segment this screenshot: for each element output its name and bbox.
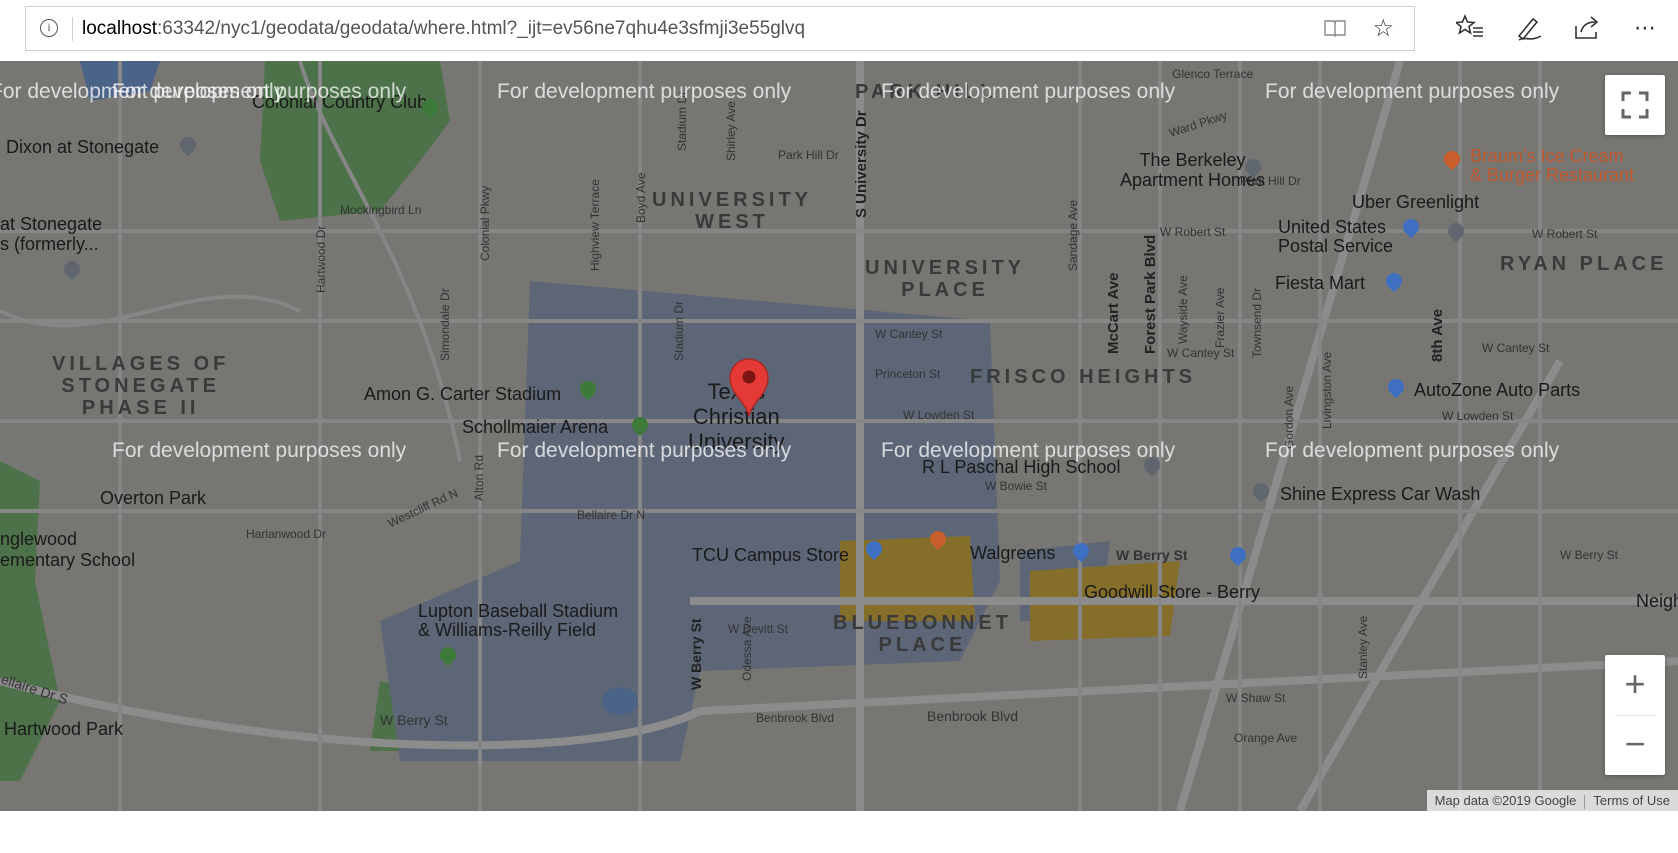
street-stadium-dr: Stadium Dr: [672, 300, 686, 361]
area-villages: VILLAGES OF STONEGATE PHASE II: [52, 353, 230, 419]
poi-lupton[interactable]: Lupton Baseball Stadium & Williams-Reill…: [418, 602, 618, 640]
street-w-berry-vertical: W Berry St: [688, 618, 704, 690]
street-w-lowden: W Lowden St: [903, 408, 975, 422]
area-university-place: UNIVERSITY PLACE: [865, 257, 1026, 301]
area-frisco-heights: FRISCO HEIGHTS: [970, 366, 1197, 388]
street-8th-ave: 8th Ave: [1429, 308, 1446, 362]
street-frazier: Frazier Ave: [1213, 287, 1227, 348]
street-w-bowie: W Bowie St: [985, 479, 1048, 493]
map-dim-overlay: [0, 61, 1678, 811]
street-mockingbird: Mockingbird Ln: [340, 203, 422, 217]
street-glenco: Glenco Terrace: [1172, 67, 1254, 81]
street-w-robert-2: W Robert St: [1532, 227, 1598, 241]
poi-neigh[interactable]: Neigh: [1636, 591, 1678, 612]
poi-dixon[interactable]: Dixon at Stonegate: [6, 137, 159, 158]
street-mccart: McCart Ave: [1105, 272, 1122, 354]
street-w-cantey-2: W Cantey St: [1167, 346, 1235, 360]
dev-watermark: For development purposes only: [881, 80, 1176, 103]
street-bellaire-n: Bellaire Dr N: [577, 508, 646, 522]
street-w-cantey-3: W Canteу St: [1482, 341, 1550, 355]
address-separator: [72, 17, 73, 41]
street-benbrook: Benbrook Blvd: [756, 711, 835, 725]
area-bluebonnet: BLUEBONNET PLACE: [833, 612, 1012, 656]
street-w-cantey: W Cantey St: [875, 327, 943, 341]
dev-watermark: For development purposes only: [112, 439, 407, 462]
street-sandage: Sandage Ave: [1066, 199, 1080, 271]
address-bar[interactable]: i localhost:63342/nyc1/geodata/geodata/w…: [25, 6, 1415, 51]
street-forest-park: Forest Park Blvd: [1142, 234, 1159, 354]
poi-englewood[interactable]: nglewood ementary School: [0, 529, 135, 571]
street-colonial-pkwy: Colonial Pkwy: [478, 185, 492, 261]
area-university-west: UNIVERSITY WEST: [652, 189, 813, 233]
street-w-berry: W Berry St: [1116, 547, 1188, 563]
street-park-hill-dr-2: Park Hill Dr: [1240, 174, 1301, 188]
favorite-star-icon[interactable]: ☆: [1372, 15, 1394, 41]
street-w-berry-2: W Berry St: [1560, 548, 1619, 562]
poi-hartwood-park[interactable]: Hartwood Park: [4, 719, 123, 740]
attribution-text: Map data ©2019 Google: [1434, 793, 1577, 808]
poi-walgreens[interactable]: Walgreens: [970, 543, 1055, 564]
street-princeton: Princeton St: [875, 367, 941, 381]
street-w-shaw: W Shaw St: [1226, 691, 1286, 705]
street-odessa: Odessa Ave: [740, 616, 754, 682]
zoom-out-button[interactable]: −: [1605, 715, 1665, 775]
terms-of-use-link[interactable]: Terms of Use: [1585, 793, 1678, 808]
dev-watermark: For development purposes only: [1265, 80, 1560, 103]
street-benbrook-2: Benbrook Blvd: [927, 708, 1019, 724]
poi-uber-greenlight[interactable]: Uber Greenlight: [1352, 192, 1479, 213]
street-highview: Highview Terrace: [588, 179, 602, 271]
poi-shine[interactable]: Shine Express Car Wash: [1280, 484, 1480, 505]
street-alton: Alton Rd: [472, 454, 486, 501]
map-attribution: Map data ©2019 Google Terms of Use: [1426, 790, 1678, 811]
pen-icon[interactable]: [1514, 14, 1544, 44]
reading-view-icon[interactable]: [1324, 19, 1346, 37]
street-townsend: Townsend Dr: [1250, 287, 1264, 358]
poi-autozone[interactable]: AutoZone Auto Parts: [1414, 380, 1580, 401]
street-park-hill-dr: Park Hill Dr: [778, 148, 839, 162]
location-marker-icon[interactable]: [728, 358, 770, 418]
info-icon[interactable]: i: [40, 19, 58, 37]
street-wayside: Wayside Ave: [1176, 275, 1190, 344]
street-simondale: Simondale Dr: [438, 288, 452, 361]
more-icon[interactable]: ⋯: [1630, 14, 1660, 44]
street-stanley: Stanley Ave: [1356, 615, 1370, 679]
browser-toolbar: i localhost:63342/nyc1/geodata/geodata/w…: [0, 0, 1678, 61]
poi-goodwill[interactable]: Goodwill Store - Berry: [1084, 582, 1260, 603]
area-ryan-place: RYAN PLACE: [1500, 253, 1668, 275]
dev-watermark: For development purposes only: [881, 439, 1176, 462]
dev-watermark: For development purposes only: [497, 439, 792, 462]
street-w-berry-3: W Berry St: [380, 712, 448, 728]
street-shirley: Shirley Ave: [724, 101, 738, 161]
street-livingston: Livingston Ave: [1320, 351, 1334, 429]
street-boyd: Boyd Ave: [634, 172, 648, 223]
poi-overton-park[interactable]: Overton Park: [100, 488, 206, 509]
poi-schollmaier[interactable]: Schollmaier Arena: [462, 417, 608, 438]
url-text[interactable]: localhost:63342/nyc1/geodata/geodata/whe…: [82, 18, 805, 40]
poi-campus-store[interactable]: TCU Campus Store: [692, 545, 849, 566]
fullscreen-icon: [1621, 91, 1649, 119]
street-w-devitt: W Devitt St: [728, 622, 789, 636]
zoom-controls: + −: [1605, 655, 1665, 775]
street-hartwood-dr: Hartwood Dr: [314, 225, 328, 293]
dev-watermark: For development purposes only: [497, 80, 792, 103]
street-orange: Orange Ave: [1234, 731, 1298, 745]
poi-stonegate[interactable]: at Stonegate s (formerly...: [0, 214, 102, 254]
url-path: :63342/nyc1/geodata/geodata/where.html?_…: [157, 18, 806, 39]
share-icon[interactable]: [1572, 14, 1602, 44]
street-w-robert: W Robert St: [1160, 225, 1226, 239]
poi-usps[interactable]: United States Postal Service: [1278, 218, 1393, 256]
map-canvas[interactable]: PARK HILL UNIVERSITY WEST UNIVERSITY PLA…: [0, 61, 1678, 811]
poi-fiesta-mart[interactable]: Fiesta Mart: [1275, 273, 1365, 294]
street-w-lowden-2: W Lowden St: [1442, 409, 1514, 423]
url-host: localhost: [82, 18, 157, 39]
poi-amon-carter[interactable]: Amon G. Carter Stadium: [364, 384, 561, 405]
street-s-university: S University Dr: [853, 110, 870, 218]
zoom-in-button[interactable]: +: [1605, 655, 1665, 715]
dev-watermark: For development purposes only: [1265, 439, 1560, 462]
street-harlanwood: Harlanwood Dr: [246, 527, 327, 541]
fullscreen-button[interactable]: [1605, 75, 1665, 135]
favorites-list-icon[interactable]: [1453, 13, 1485, 44]
dev-watermark: For development purposes only: [112, 80, 407, 103]
poi-braums[interactable]: Braum's Ice Cream & Burger Restaurant: [1470, 147, 1634, 185]
